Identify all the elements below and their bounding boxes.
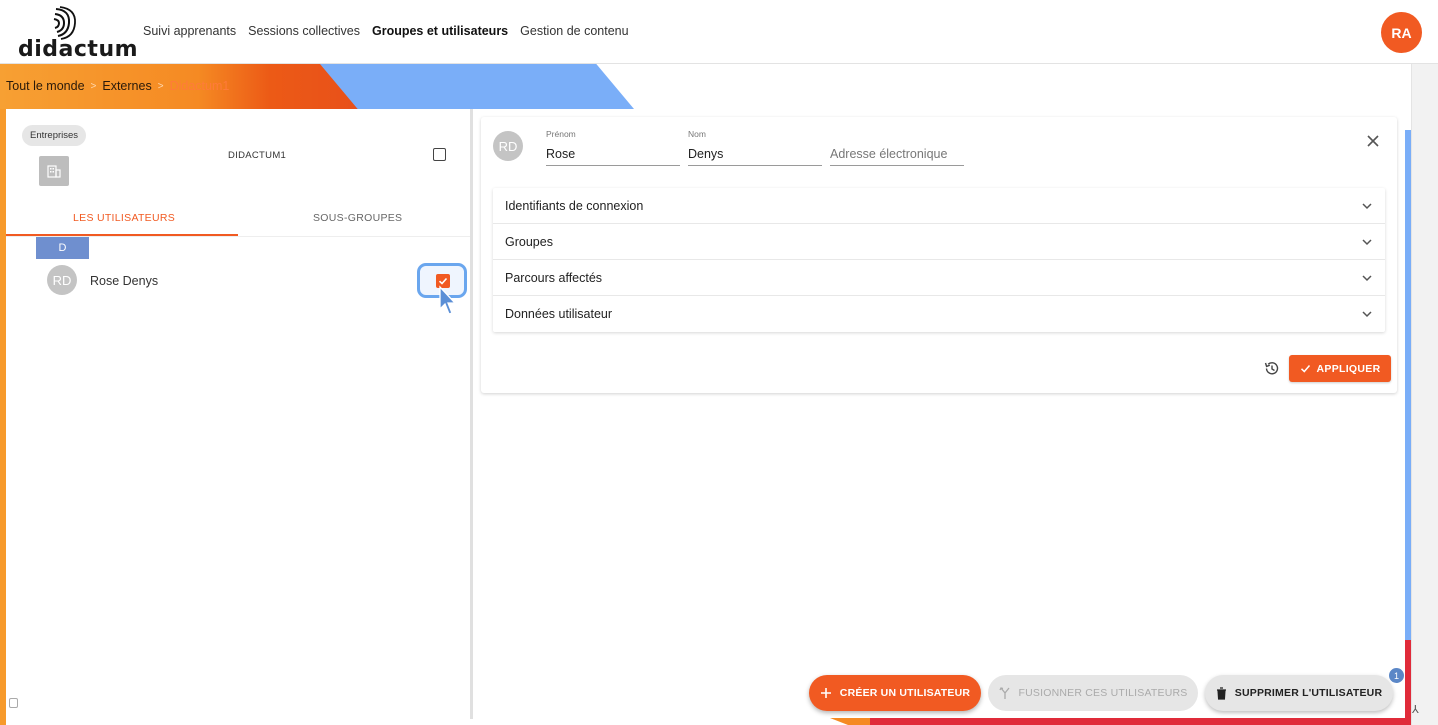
last-name-field: Nom [688, 129, 822, 166]
nav-suivi-apprenants[interactable]: Suivi apprenants [143, 24, 236, 38]
header-banner-blue [320, 64, 634, 109]
entreprises-chip[interactable]: Entreprises [22, 125, 87, 146]
chevron-down-icon [1362, 311, 1372, 318]
nav-groupes-utilisateurs[interactable]: Groupes et utilisateurs [372, 24, 508, 38]
bottom-decor-red [870, 718, 1411, 725]
section-identifiants[interactable]: Identifiants de connexion [493, 188, 1385, 224]
section-label: Parcours affectés [505, 270, 603, 285]
apply-label: APPLIQUER [1316, 362, 1381, 375]
user-list-avatar: RD [47, 265, 77, 295]
detail-avatar: RD [493, 131, 523, 161]
section-donnees[interactable]: Données utilisateur [493, 296, 1385, 332]
user-list-name[interactable]: Rose Denys [90, 274, 158, 288]
first-name-label: Prénom [546, 129, 576, 139]
cursor-icon [439, 285, 457, 315]
app-logo[interactable]: didactum [18, 6, 138, 62]
breadcrumb-current: Didactum1 [169, 79, 230, 93]
trash-icon [1216, 686, 1226, 700]
breadcrumb-separator: > [157, 80, 164, 92]
last-name-label: Nom [688, 129, 706, 139]
section-parcours[interactable]: Parcours affectés [493, 260, 1385, 296]
selection-count-badge: 1 [1389, 668, 1404, 683]
top-header: didactum Suivi apprenants Sessions colle… [0, 0, 1438, 64]
active-tab-indicator [6, 234, 238, 236]
section-label: Identifiants de connexion [505, 198, 644, 213]
right-decor-strip-red [1405, 640, 1411, 725]
create-user-button[interactable]: CRÉER UN UTILISATEUR [809, 675, 981, 711]
merge-users-button[interactable]: FUSIONNER CES UTILISATEURS [988, 675, 1198, 711]
merge-icon [998, 686, 1010, 699]
breadcrumb-item-externes[interactable]: Externes [102, 79, 151, 93]
delete-user-button[interactable]: SUPPRIMER L'UTILISATEUR [1205, 675, 1393, 711]
nav-sessions-collectives[interactable]: Sessions collectives [248, 24, 360, 38]
nav-gestion-contenu[interactable]: Gestion de contenu [520, 24, 628, 38]
tab-subgroups[interactable]: SOUS-GROUPES [313, 212, 402, 224]
user-avatar-menu[interactable]: RA [1381, 12, 1422, 53]
email-field [830, 129, 964, 166]
right-decor-strip-blue [1405, 130, 1411, 640]
create-user-label: CRÉER UN UTILISATEUR [839, 687, 971, 699]
breadcrumb: Tout le monde > Externes > Didactum1 [6, 79, 229, 93]
main-nav: Suivi apprenants Sessions collectives Gr… [143, 24, 629, 38]
apply-button[interactable]: APPLIQUER [1289, 355, 1391, 382]
page-scrollbar[interactable] [1411, 64, 1438, 725]
email-input[interactable] [830, 144, 964, 166]
group-name: DIDACTUM1 [228, 150, 287, 161]
panel-divider[interactable] [470, 109, 473, 719]
section-label: Groupes [505, 234, 553, 249]
panel-corner-icon [9, 698, 18, 708]
chevron-down-icon [1362, 274, 1372, 281]
plus-icon [820, 688, 831, 698]
breadcrumb-item-tout-le-monde[interactable]: Tout le monde [6, 79, 85, 93]
first-name-input[interactable] [546, 144, 680, 166]
detail-accordion: Identifiants de connexion Groupes Parcou… [493, 188, 1385, 332]
group-select-checkbox[interactable] [433, 148, 446, 161]
tab-users[interactable]: LES UTILISATEURS [73, 212, 175, 224]
logo-mark-icon [53, 6, 76, 40]
history-icon[interactable] [1263, 360, 1280, 377]
logo-text: didactum [18, 37, 139, 62]
breadcrumb-separator: > [90, 80, 97, 92]
last-name-input[interactable] [688, 144, 822, 166]
chevron-down-icon [1362, 202, 1372, 209]
alphabet-letter-header: D [36, 237, 89, 259]
group-panel [6, 109, 470, 719]
delete-user-label: SUPPRIMER L'UTILISATEUR [1234, 687, 1383, 699]
check-icon [1300, 365, 1310, 373]
corner-glyph-icon: ⅄ [1412, 704, 1419, 716]
building-icon [39, 156, 69, 186]
close-icon[interactable] [1364, 132, 1382, 150]
section-label: Données utilisateur [505, 307, 613, 321]
first-name-field: Prénom [546, 129, 680, 166]
section-groupes[interactable]: Groupes [493, 224, 1385, 260]
chevron-down-icon [1362, 238, 1372, 245]
merge-users-label: FUSIONNER CES UTILISATEURS [1018, 687, 1188, 699]
